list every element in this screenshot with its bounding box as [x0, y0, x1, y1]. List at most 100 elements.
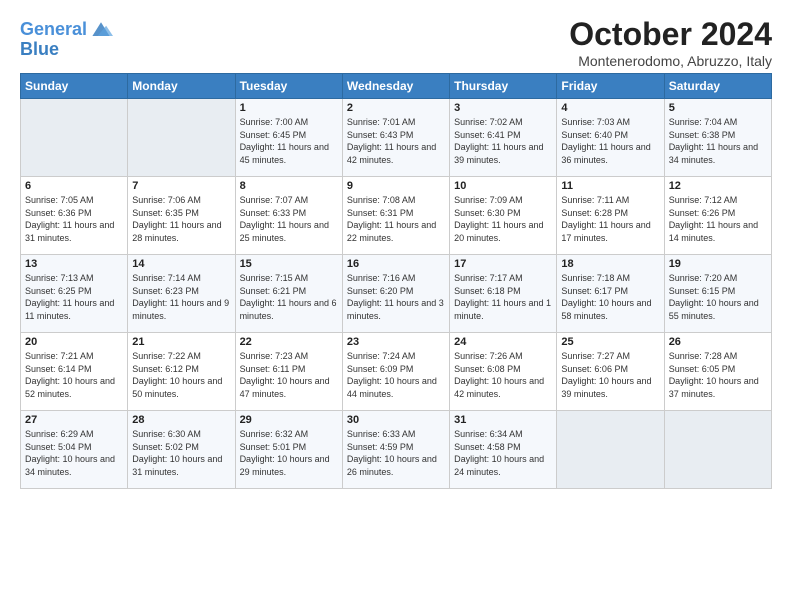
day-detail: Sunrise: 7:22 AMSunset: 6:12 PMDaylight:… [132, 350, 230, 400]
calendar-cell: 25 Sunrise: 7:27 AMSunset: 6:06 PMDayligh… [557, 333, 664, 411]
day-detail: Sunrise: 6:32 AMSunset: 5:01 PMDaylight:… [240, 428, 338, 478]
day-number: 21 [132, 336, 230, 348]
day-detail: Sunrise: 7:03 AMSunset: 6:40 PMDaylight:… [561, 116, 659, 166]
day-number: 30 [347, 414, 445, 426]
calendar-cell: 23 Sunrise: 7:24 AMSunset: 6:09 PMDayligh… [342, 333, 449, 411]
calendar-cell: 24 Sunrise: 7:26 AMSunset: 6:08 PMDayligh… [450, 333, 557, 411]
day-detail: Sunrise: 7:07 AMSunset: 6:33 PMDaylight:… [240, 194, 338, 244]
day-detail: Sunrise: 6:29 AMSunset: 5:04 PMDaylight:… [25, 428, 123, 478]
calendar-cell: 16 Sunrise: 7:16 AMSunset: 6:20 PMDayligh… [342, 255, 449, 333]
day-number: 7 [132, 180, 230, 192]
calendar-cell [664, 411, 771, 489]
day-of-week-header: Monday [128, 74, 235, 99]
day-detail: Sunrise: 7:15 AMSunset: 6:21 PMDaylight:… [240, 272, 338, 322]
day-detail: Sunrise: 7:21 AMSunset: 6:14 PMDaylight:… [25, 350, 123, 400]
calendar-cell: 20 Sunrise: 7:21 AMSunset: 6:14 PMDayligh… [21, 333, 128, 411]
day-detail: Sunrise: 7:09 AMSunset: 6:30 PMDaylight:… [454, 194, 552, 244]
calendar-cell: 13Sunrise: 7:13 AMSunset: 6:25 PMDayligh… [21, 255, 128, 333]
day-number: 25 [561, 336, 659, 348]
day-number: 26 [669, 336, 767, 348]
calendar-cell: 11Sunrise: 7:11 AMSunset: 6:28 PMDayligh… [557, 177, 664, 255]
calendar-cell: 7 Sunrise: 7:06 AMSunset: 6:35 PMDaylight… [128, 177, 235, 255]
day-number: 19 [669, 258, 767, 270]
day-detail: Sunrise: 7:17 AMSunset: 6:18 PMDaylight:… [454, 272, 552, 322]
calendar-cell: 17 Sunrise: 7:17 AMSunset: 6:18 PMDayligh… [450, 255, 557, 333]
calendar-cell [21, 99, 128, 177]
day-number: 9 [347, 180, 445, 192]
day-number: 31 [454, 414, 552, 426]
day-number: 6 [25, 180, 123, 192]
day-detail: Sunrise: 7:14 AMSunset: 6:23 PMDaylight:… [132, 272, 230, 322]
day-detail: Sunrise: 7:18 AMSunset: 6:17 PMDaylight:… [561, 272, 659, 322]
day-detail: Sunrise: 7:05 AMSunset: 6:36 PMDaylight:… [25, 194, 123, 244]
day-number: 24 [454, 336, 552, 348]
calendar-cell: 27 Sunrise: 6:29 AMSunset: 5:04 PMDayligh… [21, 411, 128, 489]
calendar-cell [557, 411, 664, 489]
calendar-cell: 1 Sunrise: 7:00 AMSunset: 6:45 PMDaylight… [235, 99, 342, 177]
day-number: 5 [669, 102, 767, 114]
day-of-week-header: Sunday [21, 74, 128, 99]
day-number: 8 [240, 180, 338, 192]
day-detail: Sunrise: 7:11 AMSunset: 6:28 PMDaylight:… [561, 194, 659, 244]
day-detail: Sunrise: 7:24 AMSunset: 6:09 PMDaylight:… [347, 350, 445, 400]
day-detail: Sunrise: 6:33 AMSunset: 4:59 PMDaylight:… [347, 428, 445, 478]
day-of-week-header: Saturday [664, 74, 771, 99]
day-of-week-header: Friday [557, 74, 664, 99]
day-number: 1 [240, 102, 338, 114]
calendar-cell: 26 Sunrise: 7:28 AMSunset: 6:05 PMDayligh… [664, 333, 771, 411]
calendar-cell: 12 Sunrise: 7:12 AMSunset: 6:26 PMDayligh… [664, 177, 771, 255]
day-number: 17 [454, 258, 552, 270]
day-detail: Sunrise: 6:30 AMSunset: 5:02 PMDaylight:… [132, 428, 230, 478]
calendar-cell: 3 Sunrise: 7:02 AMSunset: 6:41 PMDaylight… [450, 99, 557, 177]
day-of-week-header: Thursday [450, 74, 557, 99]
day-number: 15 [240, 258, 338, 270]
calendar-cell: 31 Sunrise: 6:34 AMSunset: 4:58 PMDayligh… [450, 411, 557, 489]
calendar-cell: 18 Sunrise: 7:18 AMSunset: 6:17 PMDayligh… [557, 255, 664, 333]
logo: General Blue [20, 20, 113, 60]
calendar-cell: 21 Sunrise: 7:22 AMSunset: 6:12 PMDayligh… [128, 333, 235, 411]
calendar-cell: 28 Sunrise: 6:30 AMSunset: 5:02 PMDayligh… [128, 411, 235, 489]
day-number: 3 [454, 102, 552, 114]
day-number: 10 [454, 180, 552, 192]
calendar-cell: 8 Sunrise: 7:07 AMSunset: 6:33 PMDaylight… [235, 177, 342, 255]
calendar-cell: 15 Sunrise: 7:15 AMSunset: 6:21 PMDayligh… [235, 255, 342, 333]
day-detail: Sunrise: 7:06 AMSunset: 6:35 PMDaylight:… [132, 194, 230, 244]
day-number: 22 [240, 336, 338, 348]
calendar-cell [128, 99, 235, 177]
day-detail: Sunrise: 7:27 AMSunset: 6:06 PMDaylight:… [561, 350, 659, 400]
calendar-cell: 22Sunrise: 7:23 AMSunset: 6:11 PMDayligh… [235, 333, 342, 411]
location-subtitle: Montenerodomo, Abruzzo, Italy [569, 53, 772, 69]
day-detail: Sunrise: 7:20 AMSunset: 6:15 PMDaylight:… [669, 272, 767, 322]
day-detail: Sunrise: 7:04 AMSunset: 6:38 PMDaylight:… [669, 116, 767, 166]
day-detail: Sunrise: 7:01 AMSunset: 6:43 PMDaylight:… [347, 116, 445, 166]
logo-icon [89, 20, 113, 40]
day-number: 4 [561, 102, 659, 114]
day-detail: Sunrise: 7:00 AMSunset: 6:45 PMDaylight:… [240, 116, 338, 166]
day-detail: Sunrise: 7:26 AMSunset: 6:08 PMDaylight:… [454, 350, 552, 400]
page-title: October 2024 [569, 16, 772, 53]
day-number: 27 [25, 414, 123, 426]
calendar-cell: 30 Sunrise: 6:33 AMSunset: 4:59 PMDayligh… [342, 411, 449, 489]
day-detail: Sunrise: 7:16 AMSunset: 6:20 PMDaylight:… [347, 272, 445, 322]
day-detail: Sunrise: 6:34 AMSunset: 4:58 PMDaylight:… [454, 428, 552, 478]
day-number: 16 [347, 258, 445, 270]
day-detail: Sunrise: 7:13 AMSunset: 6:25 PMDaylight:… [25, 272, 123, 322]
day-number: 2 [347, 102, 445, 114]
day-number: 29 [240, 414, 338, 426]
day-number: 28 [132, 414, 230, 426]
day-number: 18 [561, 258, 659, 270]
day-detail: Sunrise: 7:12 AMSunset: 6:26 PMDaylight:… [669, 194, 767, 244]
day-number: 23 [347, 336, 445, 348]
day-of-week-header: Wednesday [342, 74, 449, 99]
logo-text: General [20, 20, 87, 40]
day-number: 12 [669, 180, 767, 192]
day-detail: Sunrise: 7:28 AMSunset: 6:05 PMDaylight:… [669, 350, 767, 400]
calendar-cell: 6 Sunrise: 7:05 AMSunset: 6:36 PMDaylight… [21, 177, 128, 255]
day-detail: Sunrise: 7:08 AMSunset: 6:31 PMDaylight:… [347, 194, 445, 244]
calendar-cell: 19 Sunrise: 7:20 AMSunset: 6:15 PMDayligh… [664, 255, 771, 333]
calendar-cell: 4 Sunrise: 7:03 AMSunset: 6:40 PMDaylight… [557, 99, 664, 177]
logo-subtext: Blue [20, 40, 113, 60]
day-detail: Sunrise: 7:02 AMSunset: 6:41 PMDaylight:… [454, 116, 552, 166]
calendar-cell: 29 Sunrise: 6:32 AMSunset: 5:01 PMDayligh… [235, 411, 342, 489]
day-number: 20 [25, 336, 123, 348]
